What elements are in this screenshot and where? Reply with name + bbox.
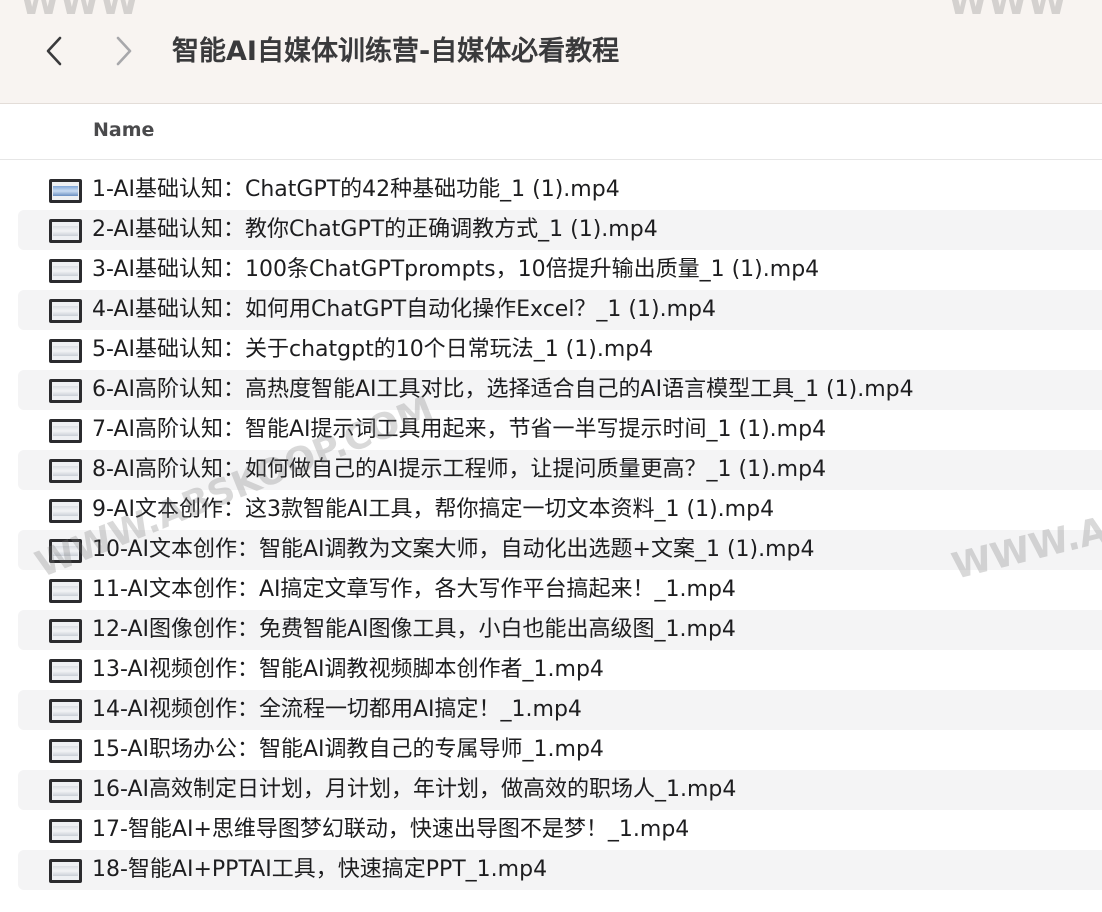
video-file-icon bbox=[49, 179, 82, 203]
toolbar: 智能AI自媒体训练营-自媒体必看教程 bbox=[0, 0, 1102, 104]
file-name: 13-AI视频创作：智能AI调教视频脚本创作者_1.mp4 bbox=[92, 657, 604, 682]
list-item[interactable]: 12-AI图像创作：免费智能AI图像工具，小白也能出高级图_1.mp4 bbox=[18, 610, 1102, 650]
video-file-icon bbox=[49, 299, 82, 323]
video-file-icon bbox=[49, 219, 82, 243]
file-name: 11-AI文本创作：AI搞定文章写作，各大写作平台搞起来！_1.mp4 bbox=[92, 577, 736, 602]
window-title: 智能AI自媒体训练营-自媒体必看教程 bbox=[172, 36, 620, 67]
file-name: 10-AI文本创作：智能AI调教为文案大师，自动化出选题+文案_1 (1).mp… bbox=[92, 537, 815, 562]
file-name: 5-AI基础认知：关于chatgpt的10个日常玩法_1 (1).mp4 bbox=[92, 337, 654, 362]
file-name: 3-AI基础认知：100条ChatGPTprompts，10倍提升输出质量_1 … bbox=[92, 257, 820, 282]
finder-window: 智能AI自媒体训练营-自媒体必看教程 Name 1-AI基础认知：ChatGPT… bbox=[0, 0, 1102, 912]
list-item[interactable]: 4-AI基础认知：如何用ChatGPT自动化操作Excel？_1 (1).mp4 bbox=[18, 290, 1102, 330]
list-item[interactable]: 5-AI基础认知：关于chatgpt的10个日常玩法_1 (1).mp4 bbox=[18, 330, 1102, 370]
file-name: 9-AI文本创作：这3款智能AI工具，帮你搞定一切文本资料_1 (1).mp4 bbox=[92, 497, 775, 522]
video-file-icon bbox=[49, 579, 82, 603]
video-file-icon bbox=[49, 819, 82, 843]
video-file-icon bbox=[49, 499, 82, 523]
name-column-header[interactable]: Name bbox=[93, 119, 154, 141]
video-file-icon bbox=[49, 339, 82, 363]
file-name: 4-AI基础认知：如何用ChatGPT自动化操作Excel？_1 (1).mp4 bbox=[92, 297, 716, 322]
list-item[interactable]: 1-AI基础认知：ChatGPT的42种基础功能_1 (1).mp4 bbox=[18, 170, 1102, 210]
list-item[interactable]: 10-AI文本创作：智能AI调教为文案大师，自动化出选题+文案_1 (1).mp… bbox=[18, 530, 1102, 570]
file-name: 2-AI基础认知：教你ChatGPT的正确调教方式_1 (1).mp4 bbox=[92, 217, 658, 242]
list-item[interactable]: 13-AI视频创作：智能AI调教视频脚本创作者_1.mp4 bbox=[18, 650, 1102, 690]
list-item[interactable]: 15-AI职场办公：智能AI调教自己的专属导师_1.mp4 bbox=[18, 730, 1102, 770]
list-item[interactable]: 11-AI文本创作：AI搞定文章写作，各大写作平台搞起来！_1.mp4 bbox=[18, 570, 1102, 610]
video-file-icon bbox=[49, 859, 82, 883]
back-button[interactable] bbox=[34, 28, 74, 74]
video-file-icon bbox=[49, 419, 82, 443]
list-item[interactable]: 2-AI基础认知：教你ChatGPT的正确调教方式_1 (1).mp4 bbox=[18, 210, 1102, 250]
list-item[interactable]: 7-AI高阶认知：智能AI提示词工具用起来，节省一半写提示时间_1 (1).mp… bbox=[18, 410, 1102, 450]
chevron-right-icon bbox=[116, 36, 132, 66]
video-file-icon bbox=[49, 699, 82, 723]
file-name: 12-AI图像创作：免费智能AI图像工具，小白也能出高级图_1.mp4 bbox=[92, 617, 736, 642]
video-file-icon bbox=[49, 539, 82, 563]
forward-button[interactable] bbox=[104, 28, 144, 74]
file-name: 8-AI高阶认知：如何做自己的AI提示工程师，让提问质量更高？_1 (1).mp… bbox=[92, 457, 827, 482]
video-file-icon bbox=[49, 459, 82, 483]
column-header: Name bbox=[0, 105, 1102, 160]
list-item[interactable]: 6-AI高阶认知：高热度智能AI工具对比，选择适合自己的AI语言模型工具_1 (… bbox=[18, 370, 1102, 410]
video-file-icon bbox=[49, 659, 82, 683]
video-file-icon bbox=[49, 779, 82, 803]
file-name: 18-智能AI+PPTAI工具，快速搞定PPT_1.mp4 bbox=[92, 857, 548, 882]
list-item[interactable]: 8-AI高阶认知：如何做自己的AI提示工程师，让提问质量更高？_1 (1).mp… bbox=[18, 450, 1102, 490]
video-file-icon bbox=[49, 259, 82, 283]
video-file-icon bbox=[49, 379, 82, 403]
list-item[interactable]: 18-智能AI+PPTAI工具，快速搞定PPT_1.mp4 bbox=[18, 850, 1102, 890]
list-item[interactable]: 9-AI文本创作：这3款智能AI工具，帮你搞定一切文本资料_1 (1).mp4 bbox=[18, 490, 1102, 530]
file-name: 14-AI视频创作：全流程一切都用AI搞定！_1.mp4 bbox=[92, 697, 582, 722]
file-name: 17-智能AI+思维导图梦幻联动，快速出导图不是梦！_1.mp4 bbox=[92, 817, 690, 842]
chevron-left-icon bbox=[46, 36, 62, 66]
list-item[interactable]: 16-AI高效制定日计划，月计划，年计划，做高效的职场人_1.mp4 bbox=[18, 770, 1102, 810]
video-file-icon bbox=[49, 619, 82, 643]
list-item[interactable]: 17-智能AI+思维导图梦幻联动，快速出导图不是梦！_1.mp4 bbox=[18, 810, 1102, 850]
file-name: 1-AI基础认知：ChatGPT的42种基础功能_1 (1).mp4 bbox=[92, 177, 620, 202]
list-item[interactable]: 3-AI基础认知：100条ChatGPTprompts，10倍提升输出质量_1 … bbox=[18, 250, 1102, 290]
file-name: 6-AI高阶认知：高热度智能AI工具对比，选择适合自己的AI语言模型工具_1 (… bbox=[92, 377, 914, 402]
file-name: 7-AI高阶认知：智能AI提示词工具用起来，节省一半写提示时间_1 (1).mp… bbox=[92, 417, 827, 442]
video-file-icon bbox=[49, 739, 82, 763]
list-item[interactable]: 14-AI视频创作：全流程一切都用AI搞定！_1.mp4 bbox=[18, 690, 1102, 730]
file-name: 16-AI高效制定日计划，月计划，年计划，做高效的职场人_1.mp4 bbox=[92, 777, 737, 802]
file-name: 15-AI职场办公：智能AI调教自己的专属导师_1.mp4 bbox=[92, 737, 604, 762]
